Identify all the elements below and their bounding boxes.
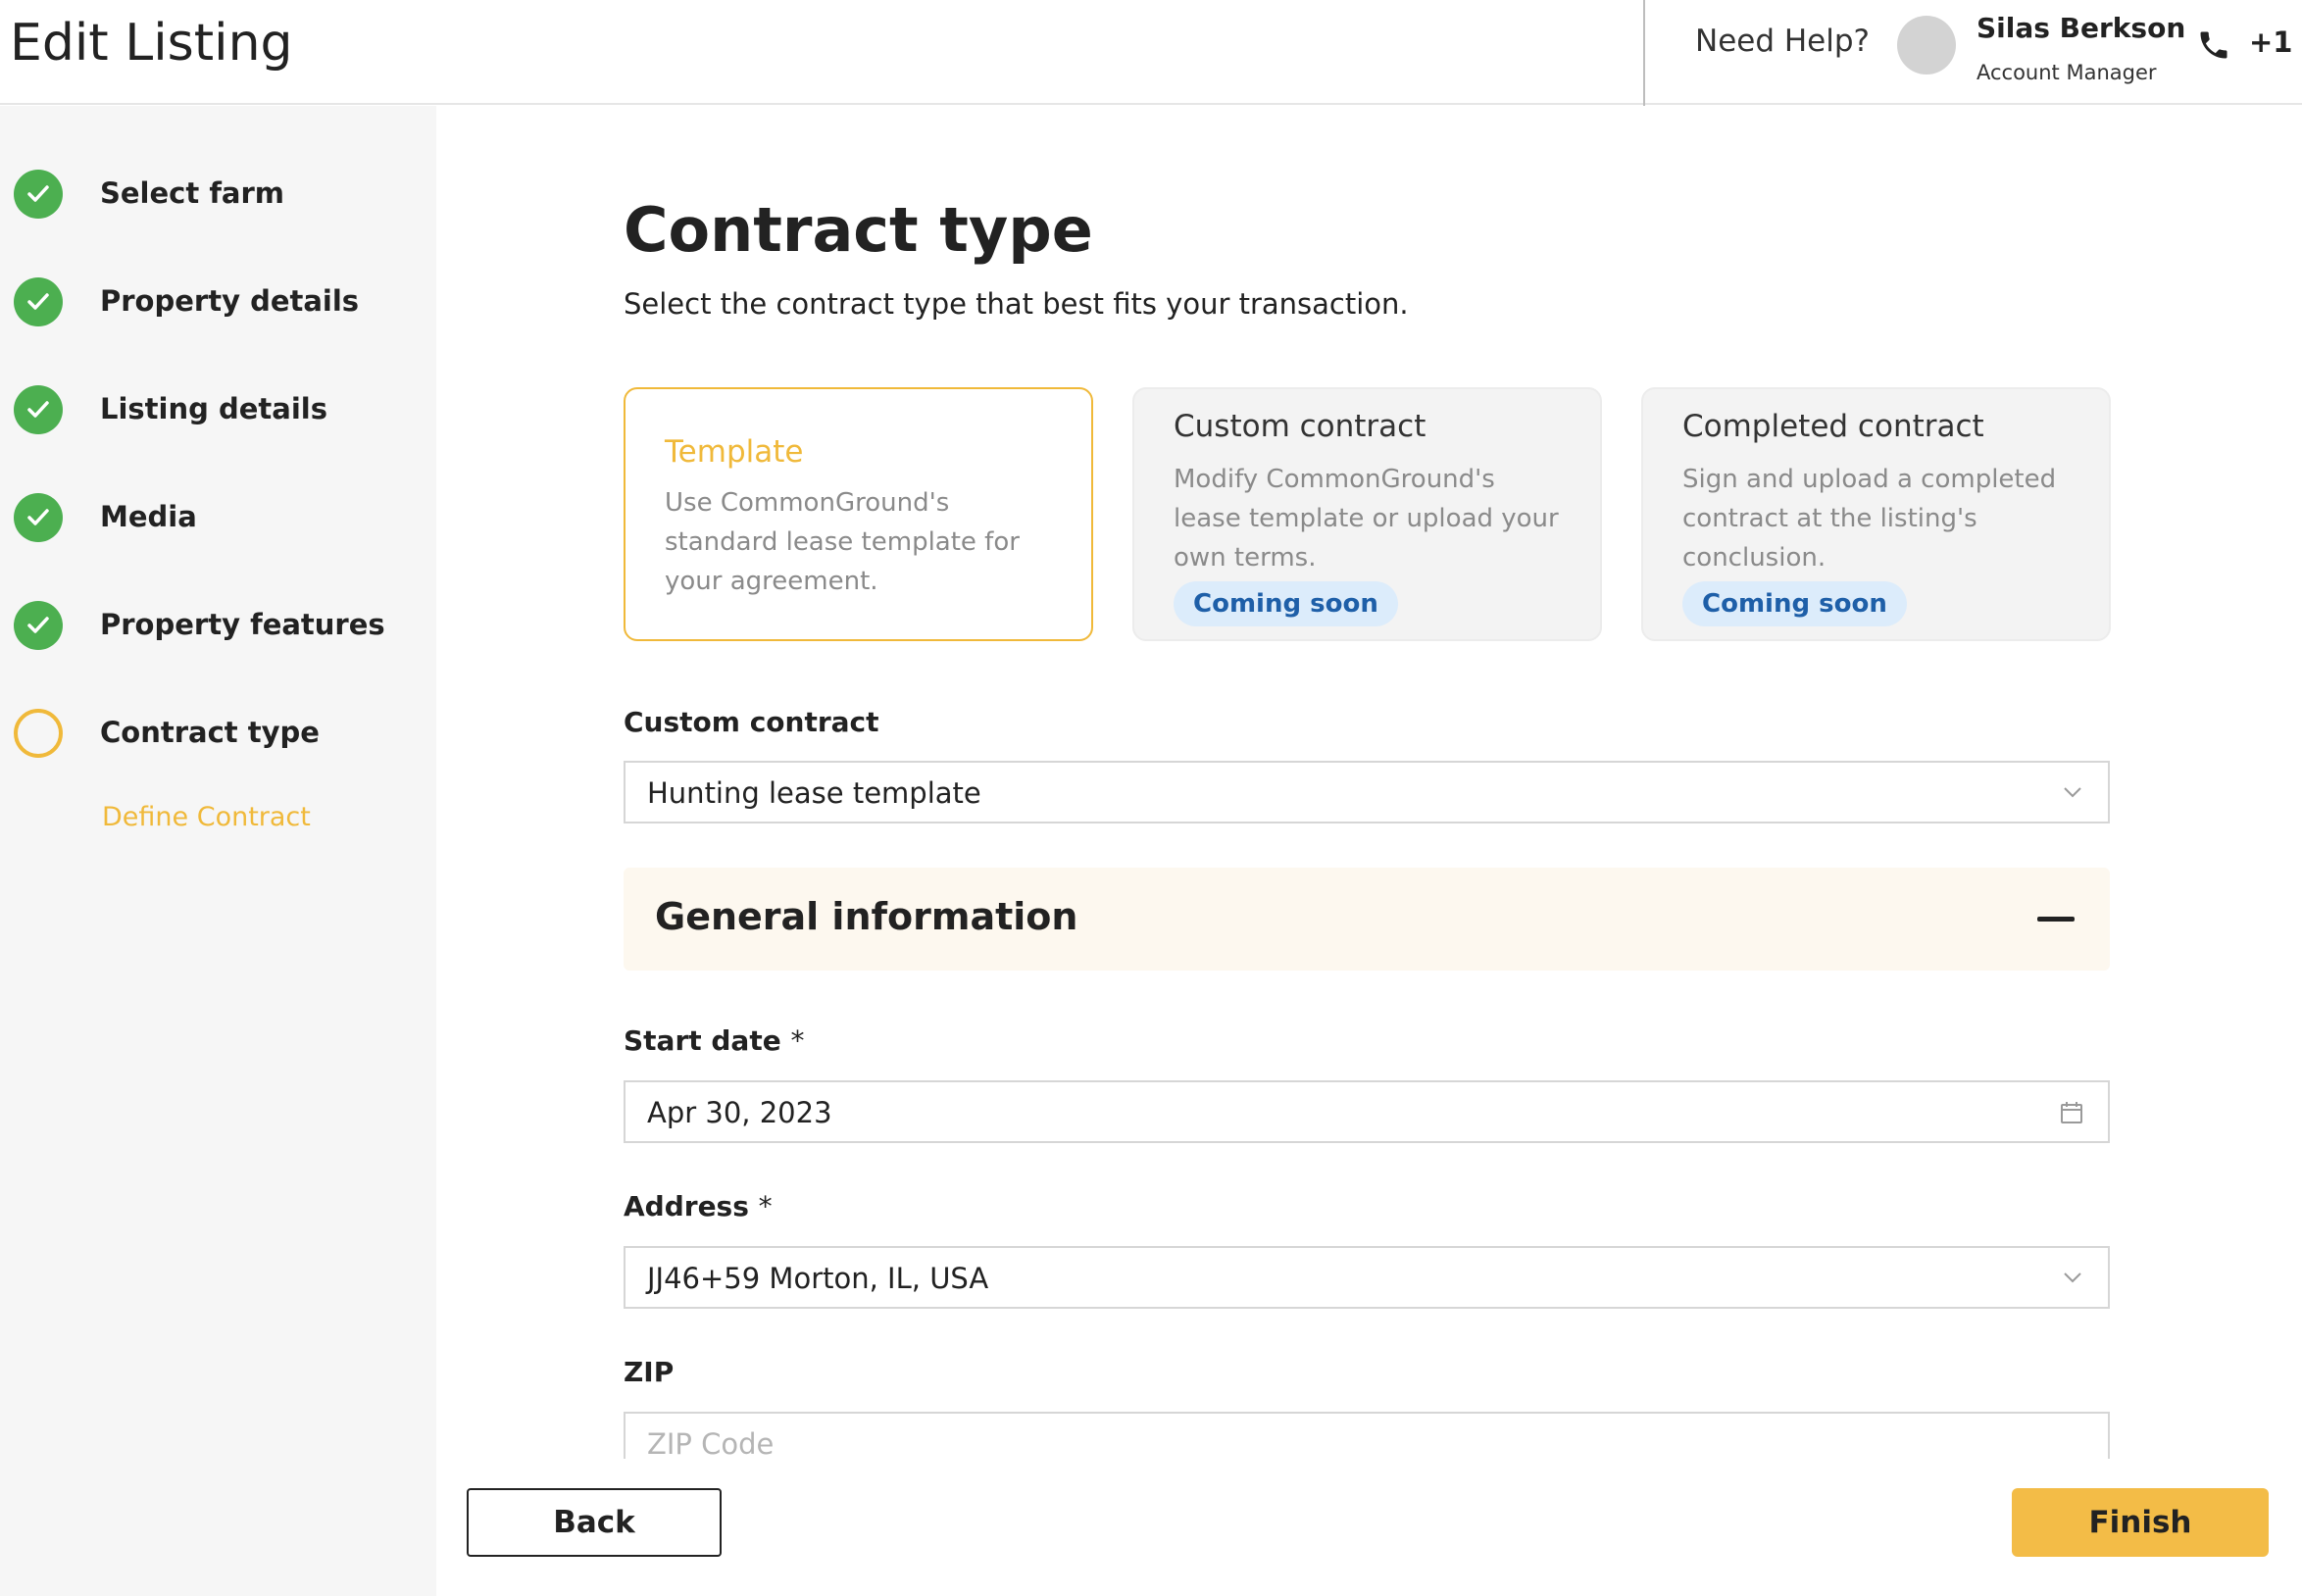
start-date-label: Start date * bbox=[624, 1024, 804, 1057]
step-label: Media bbox=[100, 500, 197, 533]
account-manager-name: Silas Berkson bbox=[1977, 12, 2186, 44]
collapse-icon[interactable] bbox=[2037, 917, 2075, 922]
address-value: JJ46+59 Morton, IL, USA bbox=[647, 1262, 989, 1295]
chevron-down-icon bbox=[2064, 787, 2081, 798]
address-label: Address * bbox=[624, 1190, 773, 1222]
zip-placeholder: ZIP Code bbox=[647, 1427, 775, 1461]
section-subtitle: Select the contract type that best fits … bbox=[624, 287, 1409, 321]
custom-contract-select[interactable]: Hunting lease template bbox=[624, 761, 2110, 823]
step-label: Property features bbox=[100, 608, 385, 641]
card-description: Use CommonGround's standard lease templa… bbox=[665, 488, 1020, 596]
substep-define-contract[interactable]: Define Contract bbox=[102, 802, 311, 832]
phone-icon[interactable] bbox=[2196, 27, 2231, 63]
card-title: Template bbox=[665, 434, 804, 470]
card-title: Completed contract bbox=[1682, 409, 1984, 444]
step-contract-type[interactable]: Contract type bbox=[14, 709, 425, 758]
check-icon bbox=[14, 170, 63, 219]
start-date-label-text: Start date bbox=[624, 1024, 781, 1057]
step-select-farm[interactable]: Select farm bbox=[14, 170, 425, 219]
finish-button[interactable]: Finish bbox=[2012, 1488, 2269, 1557]
required-marker: * bbox=[758, 1190, 773, 1222]
accordion-title: General information bbox=[655, 895, 1078, 938]
start-date-value: Apr 30, 2023 bbox=[647, 1096, 832, 1129]
required-marker: * bbox=[790, 1024, 805, 1057]
completed-contract-card[interactable]: Completed contract Sign and upload a com… bbox=[1641, 387, 2111, 641]
step-property-details[interactable]: Property details bbox=[14, 277, 425, 326]
custom-contract-label: Custom contract bbox=[624, 706, 879, 738]
step-label: Listing details bbox=[100, 392, 327, 425]
phone-number[interactable]: +1 (3 bbox=[2249, 25, 2302, 59]
steps-sidebar: Select farm Property details Listing det… bbox=[0, 106, 436, 1596]
circle-icon bbox=[14, 709, 63, 758]
custom-contract-value: Hunting lease template bbox=[647, 776, 981, 810]
check-icon bbox=[14, 601, 63, 650]
check-icon bbox=[14, 385, 63, 434]
start-date-field[interactable]: Apr 30, 2023 bbox=[624, 1080, 2110, 1143]
template-card[interactable]: Template Use CommonGround's standard lea… bbox=[624, 387, 1093, 641]
address-select[interactable]: JJ46+59 Morton, IL, USA bbox=[624, 1246, 2110, 1309]
header-divider bbox=[1643, 0, 1645, 110]
footer-actions: Back Finish bbox=[436, 1459, 2302, 1596]
card-description: Modify CommonGround's lease template or … bbox=[1174, 465, 1559, 573]
page-title: Edit Listing bbox=[10, 14, 293, 73]
check-icon bbox=[14, 493, 63, 542]
step-listing-details[interactable]: Listing details bbox=[14, 385, 425, 434]
coming-soon-badge: Coming soon bbox=[1682, 581, 1907, 626]
custom-contract-card[interactable]: Custom contract Modify CommonGround's le… bbox=[1132, 387, 1602, 641]
back-button[interactable]: Back bbox=[467, 1488, 722, 1557]
main-content: Contract type Select the contract type t… bbox=[436, 106, 2302, 1596]
coming-soon-badge: Coming soon bbox=[1174, 581, 1398, 626]
step-label: Property details bbox=[100, 284, 360, 318]
top-header: Edit Listing Need Help? Silas Berkson Ac… bbox=[0, 0, 2302, 110]
chevron-down-icon bbox=[2064, 1272, 2081, 1283]
card-description: Sign and upload a completed contract at … bbox=[1682, 465, 2057, 573]
check-icon bbox=[14, 277, 63, 326]
step-label: Select farm bbox=[100, 176, 285, 210]
step-media[interactable]: Media bbox=[14, 493, 425, 542]
account-manager-role: Account Manager bbox=[1977, 61, 2157, 84]
address-label-text: Address bbox=[624, 1190, 749, 1222]
card-title: Custom contract bbox=[1174, 409, 1426, 444]
step-property-features[interactable]: Property features bbox=[14, 601, 425, 650]
avatar bbox=[1897, 16, 1956, 75]
general-information-section[interactable]: General information bbox=[624, 868, 2110, 971]
need-help-link[interactable]: Need Help? bbox=[1695, 24, 1870, 59]
step-label: Contract type bbox=[100, 716, 320, 749]
calendar-icon[interactable] bbox=[2059, 1100, 2084, 1125]
section-title: Contract type bbox=[624, 194, 1093, 266]
zip-label: ZIP bbox=[624, 1356, 675, 1388]
